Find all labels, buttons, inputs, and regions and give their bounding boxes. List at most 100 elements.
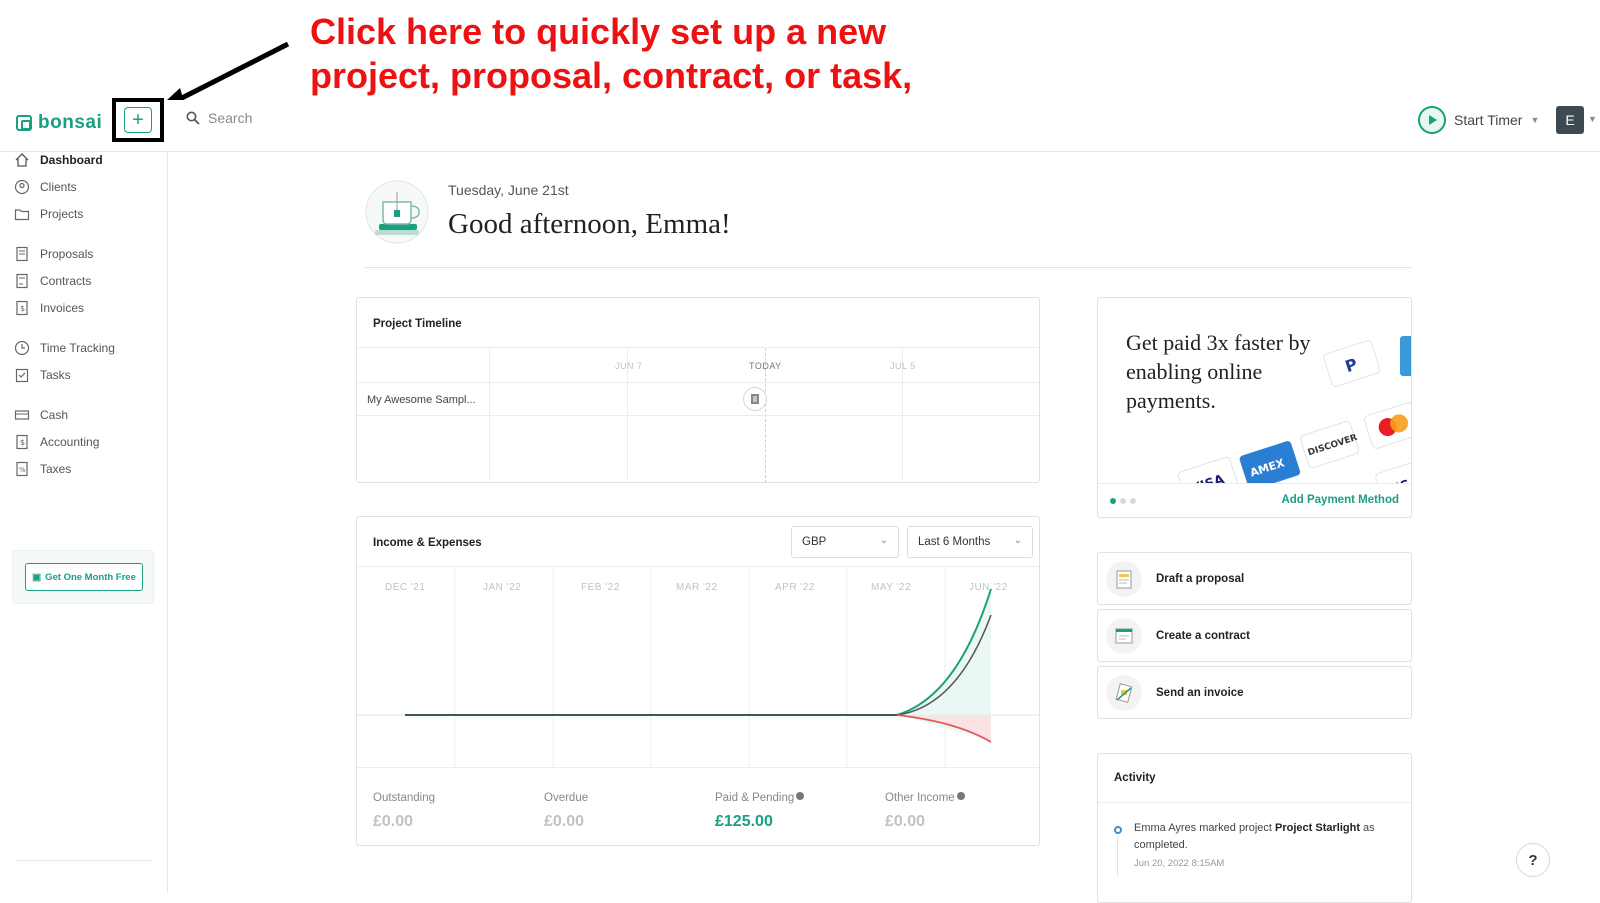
income-expenses-card: Income & Expenses GBP ⌄ Last 6 Months ⌄	[356, 516, 1041, 846]
stat-label-outstanding: Outstanding	[373, 792, 436, 804]
activity-project-link[interactable]: Project Starlight	[1275, 822, 1360, 834]
stat-label-text: Other Income	[885, 792, 955, 804]
chevron-down-icon: ⌄	[879, 535, 888, 546]
quick-add-button[interactable]: +	[124, 107, 152, 133]
cash-icon	[14, 407, 30, 423]
sidebar-item-label: Accounting	[40, 435, 100, 449]
stat-label-text: Paid & Pending	[715, 792, 795, 804]
folder-icon	[14, 206, 30, 222]
sidebar-item-projects[interactable]: Projects	[14, 206, 83, 222]
divider	[357, 415, 1039, 416]
chart-month-label: DEC '21	[385, 582, 426, 593]
sidebar-item-label: Contracts	[40, 274, 92, 288]
stat-value-overdue: £0.00	[544, 813, 585, 830]
tasks-icon	[14, 367, 30, 383]
timeline-document-icon[interactable]	[743, 387, 767, 411]
period-select[interactable]: Last 6 Months ⌄	[907, 526, 1033, 558]
info-icon[interactable]	[796, 792, 805, 800]
currency-value: GBP	[802, 536, 827, 548]
stat-value-other-income: £0.00	[885, 813, 926, 830]
help-button[interactable]: ?	[1516, 843, 1550, 877]
sidebar-item-cash[interactable]: Cash	[14, 407, 68, 423]
promo-panel: ▣ Get One Month Free	[12, 550, 154, 604]
bonsai-logo-icon	[16, 115, 32, 131]
sidebar-item-label: Time Tracking	[40, 341, 115, 355]
send-invoice-button[interactable]: Send an invoice	[1097, 666, 1412, 719]
sidebar-item-label: Proposals	[40, 247, 94, 261]
contract-icon	[14, 273, 30, 289]
sidebar-item-label: Dashboard	[40, 153, 103, 167]
top-bar: bonsai + Search Start Timer ▼ E ▼	[0, 98, 1600, 152]
stat-label-paid-pending: Paid & Pending	[715, 792, 805, 804]
divider	[1098, 483, 1411, 484]
sidebar-item-invoices[interactable]: $ Invoices	[14, 300, 84, 316]
avatar-chevron-down-icon[interactable]: ▼	[1588, 114, 1597, 124]
activity-bullet-icon	[1114, 826, 1122, 834]
search-input[interactable]: Search	[208, 110, 252, 126]
sidebar-item-dashboard[interactable]: Dashboard	[14, 152, 103, 168]
gift-icon: ▣	[32, 571, 42, 583]
divider	[1098, 802, 1411, 803]
sidebar-item-label: Projects	[40, 207, 84, 221]
project-timeline-card: Project Timeline JUN 7 TODAY JUL 5 My Aw…	[356, 297, 1040, 483]
draft-proposal-button[interactable]: Draft a proposal	[1097, 552, 1412, 605]
start-timer-button[interactable]: Start Timer ▼	[1418, 106, 1539, 134]
chevron-down-icon: ▼	[1530, 115, 1540, 125]
chevron-down-icon: ⌄	[1013, 535, 1022, 546]
create-contract-button[interactable]: Create a contract	[1097, 609, 1412, 662]
plus-icon: +	[132, 109, 144, 131]
sidebar-item-contracts[interactable]: Contracts	[14, 273, 91, 289]
chart-month-label: JUN '22	[969, 582, 1008, 593]
greeting-title: Good afternoon, Emma!	[448, 208, 731, 240]
timeline-project-name[interactable]: My Awesome Sampl...	[367, 394, 476, 406]
carousel-dots[interactable]	[1110, 498, 1136, 504]
get-month-free-button[interactable]: ▣ Get One Month Free	[25, 563, 143, 591]
currency-select[interactable]: GBP ⌄	[791, 526, 899, 558]
activity-timeline-line	[1117, 836, 1118, 876]
divider	[357, 767, 1039, 768]
app-window: bonsai + Search Start Timer ▼ E ▼ Dashbo…	[0, 98, 1600, 903]
accounting-icon: $	[14, 434, 30, 450]
promo-button-label: Get One Month Free	[45, 571, 136, 583]
chart-month-label: FEB '22	[581, 582, 620, 593]
online-payments-card: Get paid 3x faster by enabling online pa…	[1097, 297, 1412, 518]
sidebar-item-proposals[interactable]: Proposals	[14, 246, 93, 262]
bonsai-logo[interactable]: bonsai	[16, 112, 102, 134]
activity-text: Emma Ayres marked project	[1134, 822, 1276, 834]
svg-text:$: $	[20, 438, 25, 447]
home-icon	[14, 152, 30, 168]
sidebar-item-label: Cash	[40, 408, 69, 422]
sidebar-item-time-tracking[interactable]: Time Tracking	[14, 340, 115, 356]
timeline-label: JUL 5	[890, 361, 916, 371]
timeline-label-today: TODAY	[749, 361, 782, 371]
sidebar-item-clients[interactable]: Clients	[14, 179, 77, 195]
chart-month-label: JAN '22	[483, 582, 522, 593]
income-chart	[357, 567, 1041, 767]
period-value: Last 6 Months	[918, 536, 991, 548]
current-date: Tuesday, June 21st	[448, 182, 569, 198]
timer-label: Start Timer	[1454, 112, 1523, 128]
sidebar-item-taxes[interactable]: % Taxes	[14, 461, 71, 477]
sidebar-item-tasks[interactable]: Tasks	[14, 367, 71, 383]
brand-name: bonsai	[38, 112, 103, 133]
play-icon	[1418, 106, 1446, 134]
add-payment-method-link[interactable]: Add Payment Method	[1281, 494, 1399, 506]
sidebar-item-accounting[interactable]: $ Accounting	[14, 434, 99, 450]
proposal-icon	[14, 246, 30, 262]
card-title: Activity	[1114, 772, 1156, 784]
svg-text:$: $	[20, 304, 25, 313]
payment-cards-illustration: P DISCOVER AMEX VISA VISA	[1177, 336, 1411, 483]
sidebar: Dashboard Clients Projects Proposals Con…	[0, 152, 168, 893]
quick-add-highlight: +	[112, 98, 164, 142]
invoice-icon: $	[14, 300, 30, 316]
chart-month-label: APR '22	[775, 582, 815, 593]
search-box[interactable]: Search	[186, 110, 252, 126]
action-label: Draft a proposal	[1156, 572, 1245, 585]
taxes-icon: %	[14, 461, 30, 477]
divider	[365, 267, 1411, 268]
chart-month-label: MAR '22	[676, 582, 718, 593]
info-icon[interactable]	[956, 792, 965, 800]
stat-label-other-income: Other Income	[885, 792, 965, 804]
avatar[interactable]: E	[1556, 106, 1584, 134]
svg-text:%: %	[19, 466, 26, 474]
